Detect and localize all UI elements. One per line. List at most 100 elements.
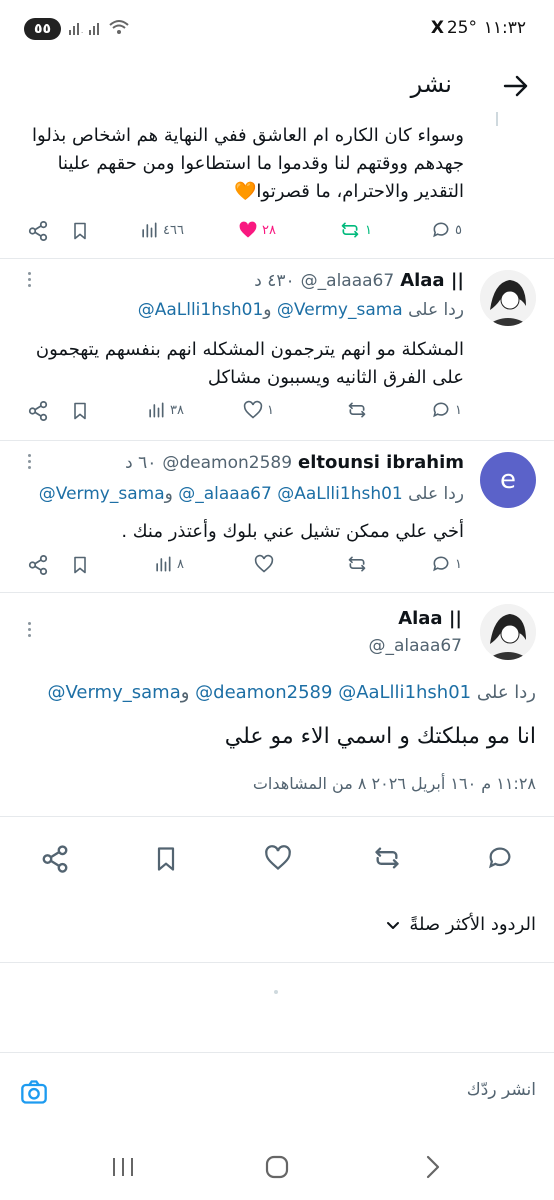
more-options-icon[interactable] [28, 622, 32, 637]
author-handle[interactable]: @_alaaa67 [368, 636, 462, 656]
wifi-icon [108, 18, 130, 36]
views-button[interactable]: ٣٨ [146, 400, 184, 420]
tweet-text-line: المشكلة مو انهم يترجمون المشكله انهم بنف… [35, 339, 464, 360]
mention-link[interactable]: @Vermy_sama [39, 484, 165, 504]
author-handle[interactable]: @_alaaa67 [301, 271, 395, 291]
reply-count: ١ [455, 556, 462, 572]
tweet-meta: Alaa || @_alaaa67 ٤٣٠ د [254, 270, 464, 291]
bookmark-button[interactable] [70, 554, 90, 576]
share-icon [28, 220, 48, 242]
reply-count: ١ [455, 402, 462, 418]
nav-home-button[interactable] [264, 1154, 290, 1180]
bookmark-button[interactable] [70, 400, 90, 422]
page-title: نشر [410, 70, 452, 98]
mention-link[interactable]: @_alaaa67 [178, 484, 272, 504]
like-count: ١ [267, 402, 274, 418]
reply-to-and: و [263, 300, 272, 320]
tweet-text-line: وسواء كان الكاره ام العاشق ففي النهاية ه… [32, 125, 464, 146]
chevron-right-icon [426, 1155, 440, 1179]
tweet-timestamp: ١١:٢٨ م ١٦٠ أبريل ٢٠٢٦ ٨ من المشاهدات [252, 774, 536, 793]
bar-chart-icon [149, 402, 164, 418]
share-button[interactable] [27, 220, 49, 242]
recent-apps-icon [113, 1158, 133, 1176]
like-button[interactable] [264, 844, 292, 872]
camera-button[interactable] [20, 1078, 48, 1106]
repost-button[interactable] [346, 400, 368, 420]
author-handle[interactable]: @deamon2589 [162, 453, 292, 473]
bookmark-button[interactable] [70, 220, 90, 242]
mention-link[interactable]: @deamon2589 [195, 682, 332, 703]
mention-link[interactable]: @Vermy_sama [277, 300, 403, 320]
reply-button[interactable] [486, 844, 514, 872]
reply-to-prefix: ردا على [476, 682, 536, 703]
tweet-text: أخي علي ممكن تشيل عني بلوك وأعتذر منك . [121, 521, 464, 542]
avatar[interactable]: e [480, 452, 536, 508]
bookmark-icon [74, 222, 86, 240]
avatar[interactable] [480, 604, 536, 660]
repost-button[interactable] [372, 844, 402, 872]
thread-line [496, 112, 498, 126]
reply-button[interactable]: ١ [431, 400, 462, 420]
like-button[interactable]: ٢٨ [238, 220, 276, 240]
back-button[interactable] [502, 72, 530, 100]
reply-button[interactable]: ٥ [431, 220, 462, 240]
reply-to-and: و [180, 682, 190, 703]
tweet-text: المشكلة مو انهم يترجمون المشكله انهم بنف… [14, 336, 464, 392]
divider [0, 962, 554, 963]
camera-icon [21, 1080, 47, 1104]
heart-icon [239, 221, 257, 238]
views-count: ٨ [177, 556, 184, 572]
views-button[interactable]: ٨ [153, 554, 184, 574]
views-count: ٣٨ [170, 402, 184, 418]
author-name[interactable]: Alaa || [400, 270, 464, 291]
reply-button[interactable]: ١ [431, 554, 462, 574]
author-name[interactable]: Alaa || [398, 608, 462, 629]
like-button[interactable] [254, 554, 274, 574]
tweet-meta: eltounsi ibrahim @deamon2589 ٦٠ د [125, 452, 464, 473]
repost-count: ١ [365, 222, 372, 238]
reply-to-and: و [164, 484, 173, 504]
reply-to-line: ردا على @AaLlli1hsh01 @_alaaa67 و@Vermy_… [39, 484, 464, 504]
mention-link[interactable]: @AaLlli1hsh01 [138, 300, 264, 320]
bookmark-icon [157, 847, 175, 871]
svg-text:⋅: ⋅ [81, 29, 83, 36]
mention-link[interactable]: @AaLlli1hsh01 [338, 682, 471, 703]
tweet-text-line: على الفرق الثانيه ويسببون مشاكل [207, 367, 464, 388]
nav-recent-apps-button[interactable] [110, 1156, 136, 1178]
tweet-text: وسواء كان الكاره ام العاشق ففي النهاية ه… [24, 122, 464, 206]
more-options-icon[interactable] [28, 454, 32, 469]
bookmark-button[interactable] [152, 844, 180, 874]
share-icon [42, 845, 68, 873]
tweet-text-line: جهدهم ووقتهم لنا وقدموا ما استطاعوا ومن … [57, 153, 464, 174]
divider [0, 816, 554, 817]
bookmark-icon [74, 402, 86, 420]
share-button[interactable] [27, 554, 49, 576]
speech-bubble-icon [433, 402, 449, 418]
more-options-icon[interactable] [28, 272, 32, 287]
bar-chart-icon [156, 556, 171, 572]
avatar[interactable] [480, 270, 536, 326]
share-icon [28, 400, 48, 422]
share-button[interactable] [27, 400, 49, 422]
mention-link[interactable]: @Vermy_sama [47, 682, 180, 703]
tweet-time: ٦٠ د [125, 453, 157, 473]
share-button[interactable] [40, 844, 70, 874]
reply-to-line: ردا على @Vermy_sama و@AaLlli1hsh01 [138, 300, 464, 320]
repost-button[interactable]: ١ [339, 220, 372, 240]
speech-bubble-icon [433, 556, 449, 572]
reply-composer-input[interactable]: انشر ردّك [467, 1080, 536, 1100]
signal-icon-2 [88, 20, 106, 36]
like-button[interactable]: ١ [243, 400, 274, 420]
status-time: ١١:٣٢ [483, 18, 526, 38]
signal-icon: ⋅ [68, 20, 86, 36]
like-count: ٢٨ [262, 222, 276, 238]
sort-replies-dropdown[interactable]: الردود الأكثر صلةً [385, 914, 536, 935]
mention-link[interactable]: @AaLlli1hsh01 [277, 484, 403, 504]
nav-back-button[interactable] [422, 1154, 444, 1180]
speech-bubble-icon [433, 222, 449, 238]
views-button[interactable]: ٤٦٦ [139, 220, 184, 240]
author-name[interactable]: eltounsi ibrahim [298, 452, 464, 473]
repost-button[interactable] [346, 554, 368, 574]
sort-label: الردود الأكثر صلةً [409, 914, 536, 935]
repost-icon [348, 556, 366, 572]
